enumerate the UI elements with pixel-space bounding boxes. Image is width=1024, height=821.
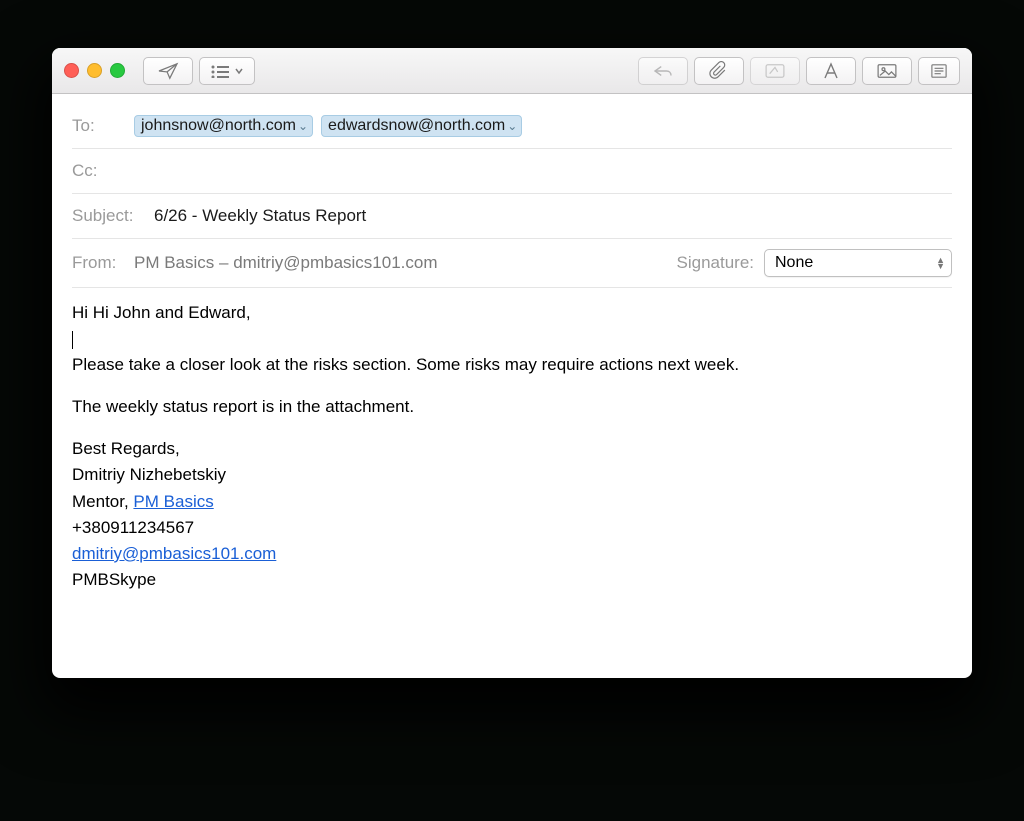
markup-icon — [764, 63, 786, 79]
subject-row[interactable]: Subject: 6/26 - Weekly Status Report — [72, 194, 952, 239]
body-greeting: Hi Hi John and Edward, — [72, 302, 952, 324]
header-fields-button[interactable] — [199, 57, 255, 85]
stationery-icon — [930, 63, 948, 79]
message-body[interactable]: Hi Hi John and Edward, Please take a clo… — [52, 288, 972, 678]
recipient-chip[interactable]: johnsnow@north.com ⌄ — [134, 115, 313, 137]
signature-role: Mentor, PM Basics — [72, 491, 952, 513]
chevron-down-icon — [234, 66, 244, 76]
from-label: From: — [72, 253, 126, 273]
toolbar-right-group — [638, 57, 960, 85]
subject-label: Subject: — [72, 206, 146, 226]
toolbar-left-group — [143, 57, 255, 85]
font-a-icon — [821, 62, 841, 80]
send-button[interactable] — [143, 57, 193, 85]
close-window-button[interactable] — [64, 63, 79, 78]
signature-selected: None — [775, 254, 813, 272]
window-titlebar — [52, 48, 972, 94]
zoom-window-button[interactable] — [110, 63, 125, 78]
recipient-chip[interactable]: edwardsnow@north.com ⌄ — [321, 115, 522, 137]
format-button[interactable] — [806, 57, 856, 85]
mail-compose-window: To: johnsnow@north.com ⌄ edwardsnow@nort… — [52, 48, 972, 678]
body-paragraph: Please take a closer look at the risks s… — [72, 354, 952, 376]
stationery-button[interactable] — [918, 57, 960, 85]
signature-label: Signature: — [677, 253, 755, 273]
recipient-email: edwardsnow@north.com — [328, 117, 505, 135]
signature-email-link[interactable]: dmitriy@pmbasics101.com — [72, 544, 276, 563]
paperclip-icon — [709, 61, 729, 81]
reply-button[interactable] — [638, 57, 688, 85]
from-row: From: PM Basics – dmitriy@pmbasics101.co… — [72, 239, 952, 288]
window-controls — [64, 63, 125, 78]
subject-value: 6/26 - Weekly Status Report — [154, 206, 366, 226]
to-label: To: — [72, 116, 126, 136]
signature-name: Dmitriy Nizhebetskiy — [72, 464, 952, 486]
from-value[interactable]: PM Basics – dmitriy@pmbasics101.com — [134, 253, 438, 273]
cc-row[interactable]: Cc: — [72, 149, 952, 194]
signature-select[interactable]: None ▲▼ — [764, 249, 952, 277]
text-cursor — [72, 331, 73, 349]
stepper-arrows-icon: ▲▼ — [936, 257, 945, 269]
signature-group: Signature: None ▲▼ — [677, 249, 953, 277]
image-icon — [876, 63, 898, 79]
markup-button[interactable] — [750, 57, 800, 85]
attach-button[interactable] — [694, 57, 744, 85]
paper-plane-icon — [157, 62, 179, 80]
chevron-down-icon: ⌄ — [298, 119, 308, 133]
signature-skype: PMBSkype — [72, 569, 952, 591]
recipient-email: johnsnow@north.com — [141, 117, 296, 135]
chevron-down-icon: ⌄ — [507, 119, 517, 133]
list-icon — [210, 64, 230, 78]
body-paragraph: The weekly status report is in the attac… — [72, 396, 952, 418]
reply-arrow-icon — [652, 63, 674, 79]
cc-label: Cc: — [72, 161, 126, 181]
message-headers: To: johnsnow@north.com ⌄ edwardsnow@nort… — [52, 94, 972, 288]
photo-browser-button[interactable] — [862, 57, 912, 85]
minimize-window-button[interactable] — [87, 63, 102, 78]
to-row[interactable]: To: johnsnow@north.com ⌄ edwardsnow@nort… — [72, 104, 952, 149]
pm-basics-link[interactable]: PM Basics — [133, 492, 213, 511]
signature-phone: +380911234567 — [72, 517, 952, 539]
closing-line: Best Regards, — [72, 438, 952, 460]
